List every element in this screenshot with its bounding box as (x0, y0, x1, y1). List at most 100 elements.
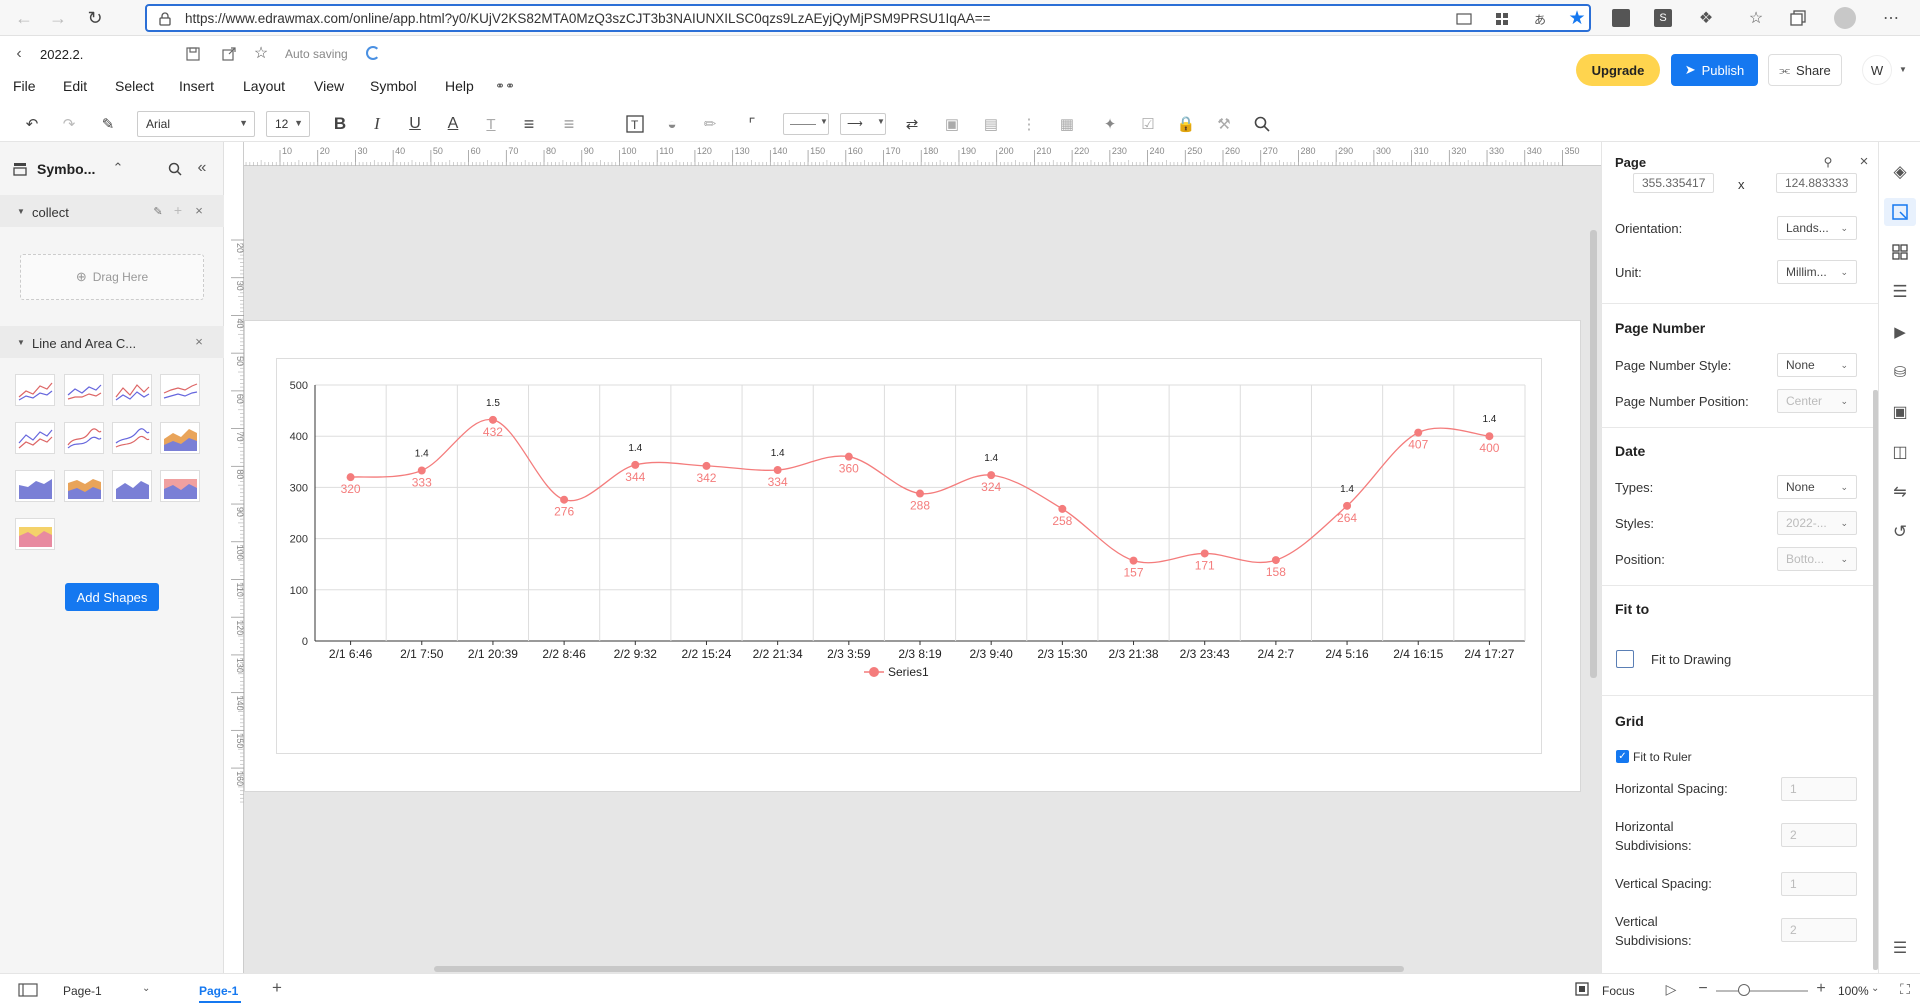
reload-icon[interactable]: ↻ (84, 7, 106, 29)
menu-insert[interactable]: Insert (179, 78, 214, 94)
close-icon[interactable]: × (1856, 153, 1872, 170)
bring-front-icon[interactable]: ▣ (940, 112, 964, 136)
fullscreen-icon[interactable]: ⛶ (1896, 980, 1914, 998)
align-objects-icon[interactable]: ⋮ (1017, 112, 1041, 136)
back-chevron-icon[interactable]: ‹ (10, 45, 28, 63)
page-view-icon[interactable] (18, 982, 38, 998)
orientation-select[interactable]: Lands... ⌄ (1777, 216, 1857, 240)
image-icon[interactable]: ▣ (1889, 401, 1911, 423)
doc-title[interactable]: 2022.2. (40, 47, 83, 62)
underline-icon[interactable]: U (403, 112, 427, 136)
font-color-icon[interactable]: A (441, 112, 465, 136)
play-icon[interactable]: ▷ (1662, 980, 1680, 998)
page-number-position-select[interactable]: Center ⌄ (1777, 389, 1857, 413)
read-mode-icon[interactable] (1455, 10, 1473, 28)
grid-view-icon[interactable] (1889, 241, 1911, 263)
collections-icon[interactable] (1788, 8, 1808, 28)
favorite-star-icon[interactable]: ★ (1567, 8, 1587, 29)
text-clear-icon[interactable]: T (479, 112, 503, 136)
presentation-icon[interactable]: ▶ (1889, 321, 1911, 343)
line-chart-thumb-4[interactable] (160, 374, 200, 406)
page-width-input[interactable]: 355.335417 (1633, 173, 1714, 193)
italic-icon[interactable]: I (365, 112, 389, 136)
history-icon[interactable]: ↺ (1889, 521, 1911, 543)
line-chart[interactable]: 0 100 200 300 400 500 2/1 6:46 2/1 7:50 2/1 20:3… (276, 358, 1542, 754)
send-back-icon[interactable]: ▤ (979, 112, 1003, 136)
menu-select[interactable]: Select (115, 78, 154, 94)
fit-page-icon[interactable] (1573, 980, 1591, 998)
date-position-select[interactable]: Botto... ⌄ (1777, 547, 1857, 571)
line-chart-thumb-2[interactable] (64, 374, 104, 406)
undo-icon[interactable]: ↶ (20, 112, 44, 136)
forward-icon[interactable]: → (48, 8, 68, 28)
add-page-icon[interactable]: + (268, 978, 286, 997)
fit-to-ruler-checkbox[interactable]: ✓ (1616, 750, 1629, 763)
text-box-icon[interactable]: T (623, 112, 647, 136)
zoom-value[interactable]: 100% (1838, 984, 1869, 998)
shuffle-icon[interactable]: ⇋ (1889, 481, 1911, 503)
more-menu-icon[interactable]: ⋯ (1880, 7, 1902, 29)
connector-icon[interactable]: ⌜ (740, 112, 764, 136)
add-shapes-button[interactable]: Add Shapes (65, 583, 159, 611)
address-bar[interactable]: https://www.edrawmax.com/online/app.html… (145, 4, 1591, 32)
export-icon[interactable] (220, 45, 238, 63)
line-chart-thumb-1[interactable] (15, 374, 55, 406)
extension-2-icon[interactable]: S (1654, 9, 1672, 27)
panel-settings-icon[interactable]: ☰ (1889, 937, 1911, 959)
user-avatar[interactable]: W (1862, 55, 1892, 85)
share-button[interactable]: ⫘ Share (1768, 54, 1842, 86)
fill-style-icon[interactable]: ◈ (1889, 161, 1911, 183)
fill-bucket-icon[interactable]: ◒ (660, 112, 684, 136)
chevron-down-icon[interactable]: ⌄ (142, 983, 150, 994)
page-height-input[interactable]: 124.883333 (1776, 173, 1857, 193)
extensions-icon[interactable]: ❖ (1696, 8, 1716, 28)
unit-select[interactable]: Millim... ⌄ (1777, 260, 1857, 284)
line-chart-thumb-5[interactable] (15, 422, 55, 454)
line-spacing-icon[interactable]: ≡ (557, 112, 581, 136)
menu-view[interactable]: View (314, 78, 344, 94)
extension-1-icon[interactable] (1612, 9, 1630, 27)
pin-icon[interactable]: ⚲ (1820, 154, 1836, 170)
lock-shape-icon[interactable]: 🔒 (1174, 112, 1198, 136)
date-types-select[interactable]: None ⌄ (1777, 475, 1857, 499)
menu-help[interactable]: Help (445, 78, 474, 94)
bold-icon[interactable]: B (328, 112, 352, 136)
avatar-dropdown-icon[interactable]: ▼ (1898, 64, 1908, 74)
layers-icon[interactable]: ☰ (1889, 281, 1911, 303)
vertical-scrollbar[interactable] (1590, 230, 1597, 678)
binoculars-icon[interactable]: ⚭⚭ (495, 77, 515, 95)
group-icon[interactable]: ▦ (1055, 112, 1079, 136)
h-spacing-input[interactable]: 1 (1781, 777, 1857, 801)
expand-icon[interactable]: ▼ (17, 207, 25, 216)
database-icon[interactable]: ⛁ (1889, 361, 1911, 383)
line-chart-thumb-3[interactable] (112, 374, 152, 406)
edit-icon[interactable]: ✎ (151, 204, 165, 218)
area-chart-thumb-1[interactable] (160, 422, 200, 454)
align-icon[interactable]: ≡ (517, 112, 541, 136)
v-spacing-input[interactable]: 1 (1781, 872, 1857, 896)
font-family-select[interactable]: Arial ▼ (137, 111, 255, 137)
profile-avatar-icon[interactable] (1834, 7, 1856, 29)
star-icon[interactable]: ☆ (252, 44, 270, 62)
focus-label[interactable]: Focus (1602, 984, 1635, 998)
menu-edit[interactable]: Edit (63, 78, 87, 94)
publish-button[interactable]: ➤ Publish (1671, 54, 1758, 86)
menu-file[interactable]: File (13, 78, 36, 94)
close-icon[interactable]: × (192, 203, 206, 218)
zoom-slider-knob[interactable] (1737, 984, 1750, 996)
app-available-icon[interactable] (1493, 10, 1511, 28)
favorites-icon[interactable]: ☆ (1746, 8, 1766, 28)
expand-icon[interactable]: ▼ (17, 338, 25, 347)
zoom-in-icon[interactable]: + (1812, 980, 1830, 998)
collapse-up-icon[interactable]: ⌃ (110, 160, 126, 176)
page-number-style-select[interactable]: None ⌄ (1777, 353, 1857, 377)
line-color-icon[interactable]: ✏ (698, 112, 722, 136)
chevron-down-icon[interactable]: ⌄ (1871, 983, 1879, 994)
back-icon[interactable]: ← (14, 8, 34, 28)
v-subdiv-input[interactable]: 2 (1781, 918, 1857, 942)
page-select-label[interactable]: Page-1 (63, 984, 102, 998)
translate-icon[interactable]: あ (1531, 10, 1549, 28)
save-icon[interactable] (184, 45, 202, 63)
line-style-select[interactable]: ▼ (783, 113, 829, 135)
h-subdiv-input[interactable]: 2 (1781, 823, 1857, 847)
